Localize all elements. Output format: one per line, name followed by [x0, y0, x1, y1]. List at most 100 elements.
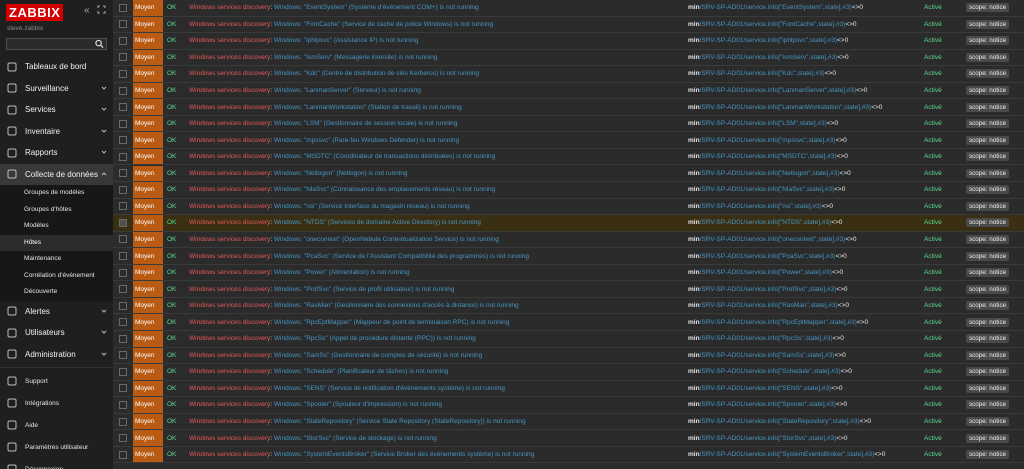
expression-item-link[interactable]: /SRV-SP-AD01/service.info["NlaSvc",state… [700, 186, 835, 193]
tag-badge[interactable]: scope: notice [966, 185, 1010, 195]
status-toggle[interactable]: Activé [924, 286, 966, 293]
expression-item-link[interactable]: /SRV-SP-AD01/service.info["FontCache",st… [700, 21, 846, 28]
row-checkbox[interactable] [119, 450, 127, 459]
trigger-link[interactable]: Windows: "Schedule" (Planificateur de tâ… [274, 368, 448, 375]
tag-badge[interactable]: scope: notice [966, 135, 1010, 145]
trigger-link[interactable]: Windows: "NTDS" (Services de domaine Act… [274, 219, 481, 226]
trigger-link[interactable]: Windows: "SystemEventsBroker" (Service B… [274, 451, 534, 458]
bottom-item-support[interactable]: Support [0, 370, 113, 392]
row-checkbox[interactable] [119, 400, 127, 409]
status-toggle[interactable]: Activé [924, 4, 966, 11]
row-checkbox[interactable] [119, 367, 127, 376]
tag-badge[interactable]: scope: notice [966, 400, 1010, 410]
status-toggle[interactable]: Activé [924, 418, 966, 425]
expression-item-link[interactable]: /SRV-SP-AD01/service.info["SystemEventsB… [700, 451, 875, 458]
menu-item-collecte-de-donn-es[interactable]: Collecte de données [0, 163, 113, 185]
expression-item-link[interactable]: /SRV-SP-AD01/service.info["Kdc",state],#… [700, 70, 825, 77]
expression-item-link[interactable]: /SRV-SP-AD01/service.info["RpcEptMapper"… [700, 319, 857, 326]
expression-item-link[interactable]: /SRV-SP-AD01/service.info["mpssvc",state… [700, 137, 836, 144]
chevron-down-icon[interactable] [101, 128, 107, 134]
row-checkbox[interactable] [119, 235, 127, 244]
expression-item-link[interactable]: /SRV-SP-AD01/service.info["StateReposito… [700, 418, 860, 425]
tag-badge[interactable]: scope: notice [966, 284, 1010, 294]
discovery-rule-link[interactable]: Windows services discovery [189, 137, 270, 144]
expression-item-link[interactable]: /SRV-SP-AD01/service.info["MSDTC",state]… [700, 153, 837, 160]
expression-item-link[interactable]: /SRV-SP-AD01/service.info["Spooler",stat… [700, 401, 836, 408]
chevron-down-icon[interactable] [101, 308, 107, 314]
row-checkbox[interactable] [119, 301, 127, 310]
menu-item-inventaire[interactable]: Inventaire [0, 121, 113, 143]
submenu-item[interactable]: Groupes de modèles [0, 185, 113, 202]
status-toggle[interactable]: Activé [924, 219, 966, 226]
discovery-rule-link[interactable]: Windows services discovery [189, 302, 270, 309]
tag-badge[interactable]: scope: notice [966, 417, 1010, 426]
submenu-item[interactable]: Corrélation d'événement [0, 268, 113, 285]
menu-item-surveillance[interactable]: Surveillance [0, 78, 113, 100]
discovery-rule-link[interactable]: Windows services discovery [189, 418, 270, 425]
status-toggle[interactable]: Activé [924, 87, 966, 94]
trigger-link[interactable]: Windows: "EventSystem" (Système d'événem… [274, 4, 479, 11]
discovery-rule-link[interactable]: Windows services discovery [189, 120, 270, 127]
discovery-rule-link[interactable]: Windows services discovery [189, 368, 270, 375]
discovery-rule-link[interactable]: Windows services discovery [189, 4, 270, 11]
tag-badge[interactable]: scope: notice [966, 234, 1010, 244]
trigger-link[interactable]: Windows: "Spooler" (Spouleur d'impressio… [274, 401, 442, 408]
row-checkbox[interactable] [119, 384, 127, 393]
bottom-item-param-tres-utilisateur[interactable]: Paramètres utilisateur [0, 436, 113, 458]
discovery-rule-link[interactable]: Windows services discovery [189, 104, 270, 111]
status-toggle[interactable]: Activé [924, 186, 966, 193]
row-checkbox[interactable] [119, 119, 127, 128]
discovery-rule-link[interactable]: Windows services discovery [189, 87, 270, 94]
discovery-rule-link[interactable]: Windows services discovery [189, 269, 270, 276]
row-checkbox[interactable] [119, 3, 127, 12]
discovery-rule-link[interactable]: Windows services discovery [189, 451, 270, 458]
discovery-rule-link[interactable]: Windows services discovery [189, 253, 270, 260]
trigger-link[interactable]: Windows: "Power" (Alimentation) is not r… [274, 269, 410, 276]
trigger-link[interactable]: Windows: "RpcEptMapper" (Mappeur de poin… [274, 319, 509, 326]
trigger-link[interactable]: Windows: "SENS" (Service de notification… [274, 385, 505, 392]
trigger-link[interactable]: Windows: "FontCache" (Service de cache d… [274, 21, 493, 28]
status-toggle[interactable]: Activé [924, 54, 966, 61]
row-checkbox[interactable] [119, 86, 127, 95]
discovery-rule-link[interactable]: Windows services discovery [189, 435, 270, 442]
row-checkbox[interactable] [119, 103, 127, 112]
row-checkbox[interactable] [119, 53, 127, 62]
chevron-down-icon[interactable] [101, 329, 107, 335]
discovery-rule-link[interactable]: Windows services discovery [189, 219, 270, 226]
search-input[interactable] [6, 38, 107, 50]
status-toggle[interactable]: Activé [924, 302, 966, 309]
trigger-link[interactable]: Windows: "nsi" (Service Interface du mag… [274, 203, 470, 210]
trigger-link[interactable]: Windows: "Kdc" (Centre de distribution d… [274, 70, 479, 77]
discovery-rule-link[interactable]: Windows services discovery [189, 352, 270, 359]
expression-item-link[interactable]: /SRV-SP-AD01/service.info["nsi",state],#… [700, 203, 822, 210]
discovery-rule-link[interactable]: Windows services discovery [189, 186, 270, 193]
expression-item-link[interactable]: /SRV-SP-AD01/service.info["PcaSvc",state… [700, 253, 836, 260]
row-checkbox[interactable] [119, 268, 127, 277]
expression-item-link[interactable]: /SRV-SP-AD01/service.info["onecontext",s… [700, 236, 846, 243]
expression-item-link[interactable]: /SRV-SP-AD01/service.info["Power",state]… [700, 269, 832, 276]
expression-item-link[interactable]: /SRV-SP-AD01/service.info["ProfSvc",stat… [700, 286, 837, 293]
discovery-rule-link[interactable]: Windows services discovery [189, 236, 270, 243]
expression-item-link[interactable]: /SRV-SP-AD01/service.info["IsmServ",stat… [700, 54, 838, 61]
chevron-down-icon[interactable] [101, 149, 107, 155]
expression-item-link[interactable]: /SRV-SP-AD01/service.info["LanmanWorksta… [700, 104, 872, 111]
trigger-link[interactable]: Windows: "RpcSs" (Appel de procédure dis… [274, 335, 476, 342]
trigger-link[interactable]: Windows: "RasMan" (Gestionnaire des conn… [274, 302, 519, 309]
tag-badge[interactable]: scope: notice [966, 168, 1010, 178]
row-checkbox[interactable] [119, 202, 127, 211]
row-checkbox[interactable] [119, 169, 127, 178]
trigger-link[interactable]: Windows: "onecontext" (OpenNebula Contex… [274, 236, 499, 243]
tag-badge[interactable]: scope: notice [966, 450, 1010, 460]
status-toggle[interactable]: Activé [924, 137, 966, 144]
status-toggle[interactable]: Activé [924, 37, 966, 44]
discovery-rule-link[interactable]: Windows services discovery [189, 170, 270, 177]
trigger-link[interactable]: Windows: "StateRepository" (Service Stat… [274, 418, 526, 425]
trigger-link[interactable]: Windows: "NlaSvc" (Connaissance des empl… [274, 186, 495, 193]
menu-item-alertes[interactable]: Alertes [0, 301, 113, 323]
row-checkbox[interactable] [119, 318, 127, 327]
trigger-link[interactable]: Windows: "mpssvc" (Pare-feu Windows Defe… [274, 137, 459, 144]
submenu-item[interactable]: Modèles [0, 218, 113, 235]
menu-item-rapports[interactable]: Rapports [0, 142, 113, 164]
status-toggle[interactable]: Activé [924, 352, 966, 359]
menu-item-tableaux-de-bord[interactable]: Tableaux de bord [0, 56, 113, 78]
